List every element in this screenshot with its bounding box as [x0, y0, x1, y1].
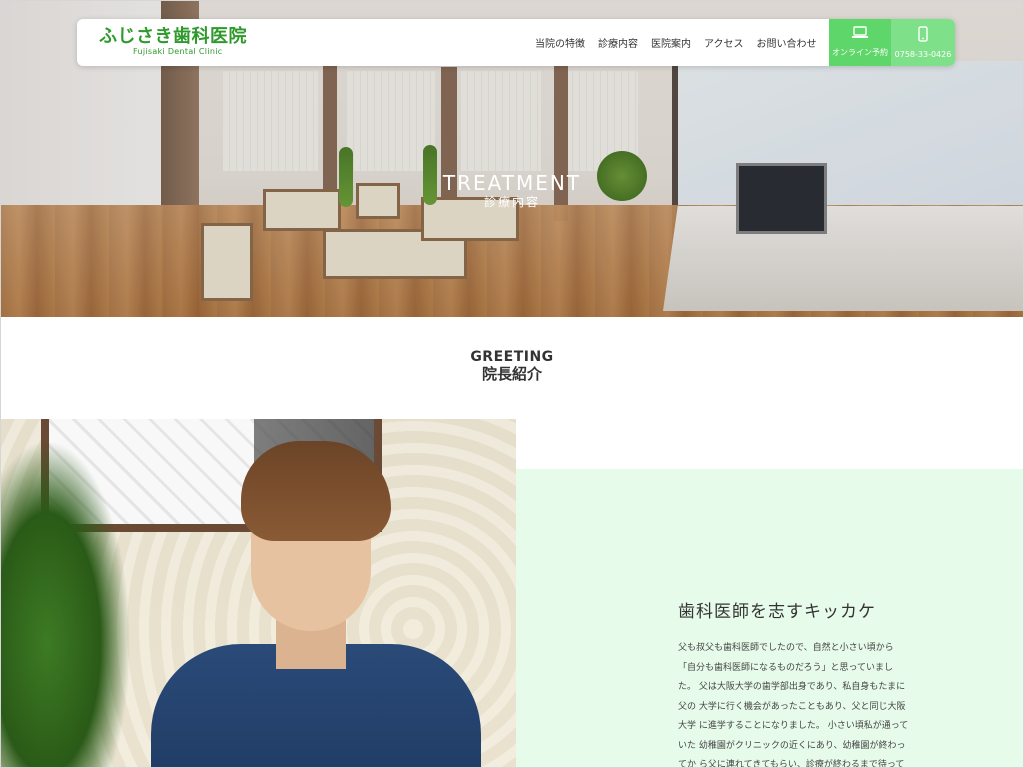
greeting-title-en: GREETING — [470, 349, 554, 365]
nav-item-contact[interactable]: お問い合わせ — [757, 35, 817, 50]
logo[interactable]: ふじさき歯科医院 Fujisaki Dental Clinic — [99, 27, 247, 57]
profile-line: 父も叔父も歯科医師でしたので、自然と小さい頃から — [678, 643, 894, 653]
greeting-title-ja: 院長紹介 — [481, 365, 542, 383]
main-nav: 当院の特徴 診療内容 医院案内 アクセス お問い合わせ — [535, 19, 817, 66]
profile-text: 父も叔父も歯科医師でしたので、自然と小さい頃から 「自分も歯科医師になるものだろ… — [678, 639, 912, 768]
logo-name: ふじさき歯科医院 — [99, 26, 247, 47]
photo-plant — [1, 439, 131, 767]
nav-item-treatment[interactable]: 診療内容 — [598, 35, 638, 50]
director-photo — [1, 419, 516, 767]
nav-item-access[interactable]: アクセス — [704, 35, 744, 50]
profile-line: 父の 大学に行く機会があったこともあり、父と同じ大阪 — [678, 701, 906, 712]
phone-button[interactable]: 0758-33-0426 — [891, 19, 955, 66]
profile-line: 「自分も歯科医師になるものだろう」と思っていまし — [678, 662, 894, 673]
nav-item-clinic-info[interactable]: 医院案内 — [651, 35, 691, 50]
hero-title-ja: 診療内容 — [483, 195, 540, 209]
phone-number: 0758-33-0426 — [894, 50, 952, 59]
online-booking-button[interactable]: オンライン予約 — [829, 19, 891, 66]
laptop-icon — [829, 26, 891, 43]
profile-line: いた 幼稚園がクリニックの近くにあり、幼稚園が終わっ — [678, 740, 906, 751]
profile-line: た。 父は大阪大学の歯学部出身であり、私自身もたまに — [678, 682, 906, 692]
greeting-heading: GREETING 院長紹介 — [1, 349, 1023, 383]
profile-line: てか ら父に連れてきてもらい、診療が終わるまで待って — [678, 760, 905, 768]
profile-heading: 歯科医師を志すキッカケ — [678, 602, 876, 622]
logo-subtitle: Fujisaki Dental Clinic — [133, 47, 223, 56]
hero-title: TREATMENT 診療内容 — [1, 173, 1023, 209]
nav-item-features[interactable]: 当院の特徴 — [535, 35, 585, 50]
page: TREATMENT 診療内容 ふじさき歯科医院 Fujisaki Dental … — [0, 0, 1024, 768]
hero-title-en: TREATMENT — [442, 171, 582, 195]
smartphone-icon — [891, 26, 955, 46]
online-booking-label: オンライン予約 — [832, 48, 888, 57]
site-header: ふじさき歯科医院 Fujisaki Dental Clinic 当院の特徴 診療… — [77, 19, 955, 66]
profile-panel: 歯科医師を志すキッカケ 父も叔父も歯科医師でしたので、自然と小さい頃から 「自分… — [516, 469, 1023, 768]
profile-line: 大学 に進学することになりました。 小さい頃私が通って — [678, 721, 909, 731]
